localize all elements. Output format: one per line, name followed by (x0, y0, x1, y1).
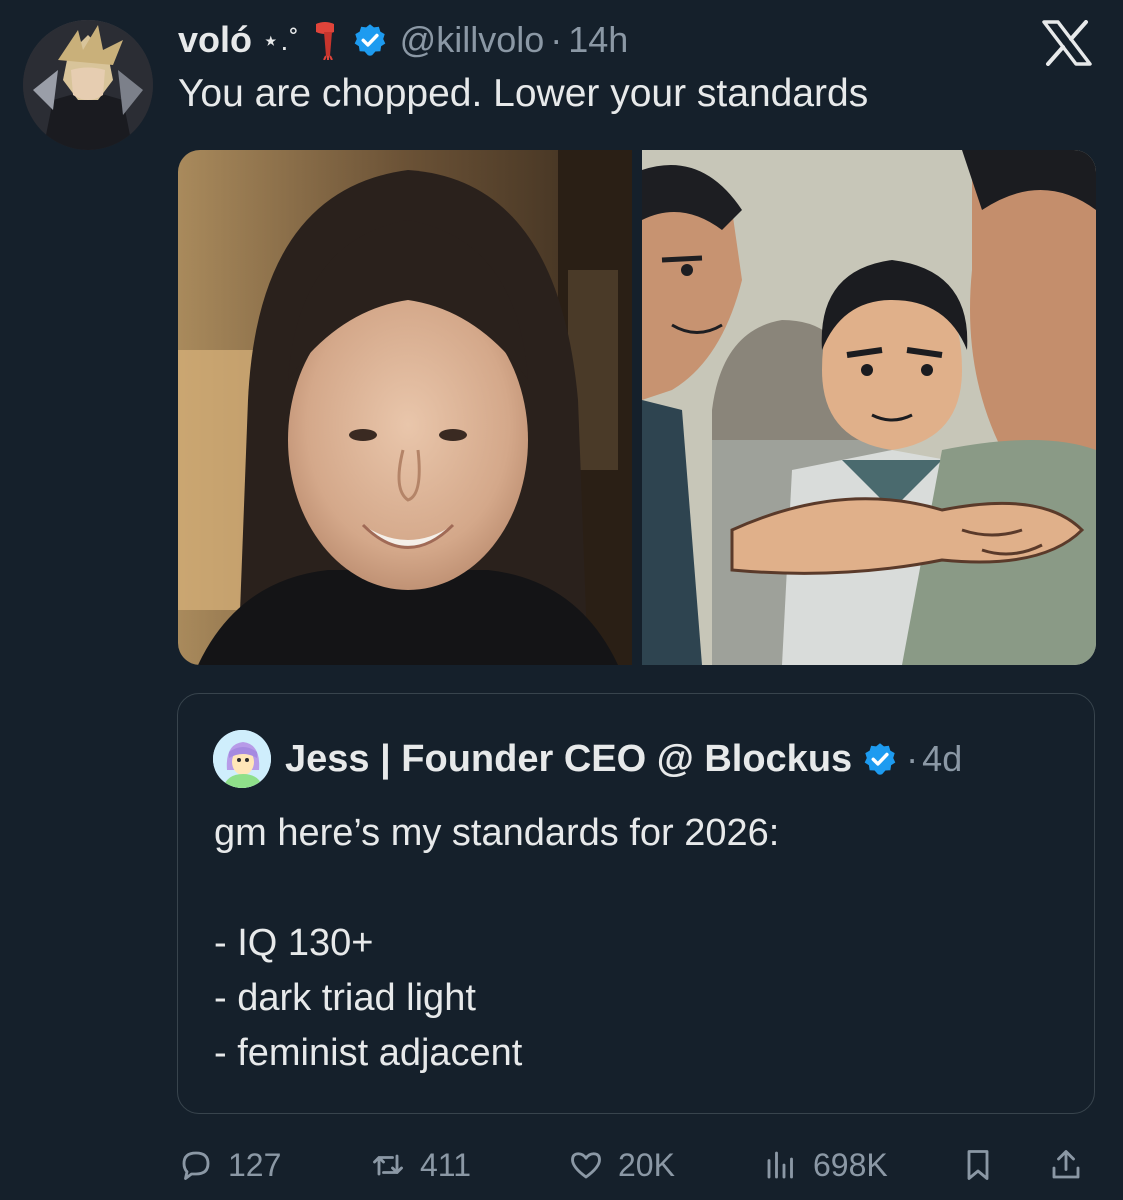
tweet-text: You are chopped. Lower your standards (178, 72, 869, 115)
quoted-tweet[interactable]: Jess | Founder CEO @ Blockus · 4d gm her… (177, 693, 1095, 1114)
x-logo-icon[interactable] (1042, 20, 1092, 66)
verified-badge-icon (352, 22, 388, 58)
repost-button[interactable]: 411 (370, 1140, 471, 1190)
bookmark-icon (960, 1147, 996, 1183)
quoted-author-avatar[interactable] (213, 730, 271, 788)
views-chart-icon (763, 1147, 799, 1183)
quoted-tweet-header: Jess | Founder CEO @ Blockus · 4d (213, 730, 962, 788)
media-photo-right[interactable] (642, 150, 1096, 665)
reply-icon (178, 1147, 214, 1183)
view-count: 698K (813, 1146, 888, 1183)
scarf-icon (310, 20, 340, 61)
quoted-author-name[interactable]: Jess | Founder CEO @ Blockus (285, 738, 852, 781)
quoted-text-line: - IQ 130+ (214, 922, 374, 964)
heart-icon (568, 1147, 604, 1183)
name-sparkle: ⋆.˚ (262, 24, 300, 56)
quoted-tweet-text: gm here’s my standards for 2026: - IQ 13… (214, 806, 779, 1081)
share-button[interactable] (1048, 1140, 1084, 1190)
tweet-media[interactable] (178, 150, 1096, 665)
reply-count: 127 (228, 1146, 282, 1183)
like-count: 20K (618, 1146, 675, 1183)
bookmark-button[interactable] (960, 1140, 996, 1190)
quoted-text-line: gm here’s my standards for 2026: (214, 812, 780, 854)
views-button[interactable]: 698K (763, 1140, 888, 1190)
action-bar: 127 411 20K 698K (178, 1140, 1096, 1190)
repost-icon (370, 1147, 406, 1183)
tweet-header: voló ⋆.˚ @killvolo · 14h (178, 18, 628, 62)
author-avatar[interactable] (23, 20, 153, 150)
author-display-name[interactable]: voló (178, 19, 252, 61)
quoted-verified-badge-icon (862, 741, 898, 777)
like-button[interactable]: 20K (568, 1140, 675, 1190)
author-handle[interactable]: @killvolo (400, 19, 545, 61)
quoted-tweet-timestamp[interactable]: 4d (922, 738, 962, 780)
reply-button[interactable]: 127 (178, 1140, 281, 1190)
quoted-text-line (214, 861, 779, 916)
share-icon (1048, 1147, 1084, 1183)
media-photo-left[interactable] (178, 150, 632, 665)
header-separator: · (550, 19, 563, 60)
quoted-text-line: - dark triad light (214, 977, 476, 1019)
quoted-text-line: - feminist adjacent (214, 1032, 523, 1074)
repost-count: 411 (420, 1146, 472, 1183)
tweet-timestamp[interactable]: 14h (568, 19, 628, 61)
quoted-header-separator: · (906, 738, 919, 779)
